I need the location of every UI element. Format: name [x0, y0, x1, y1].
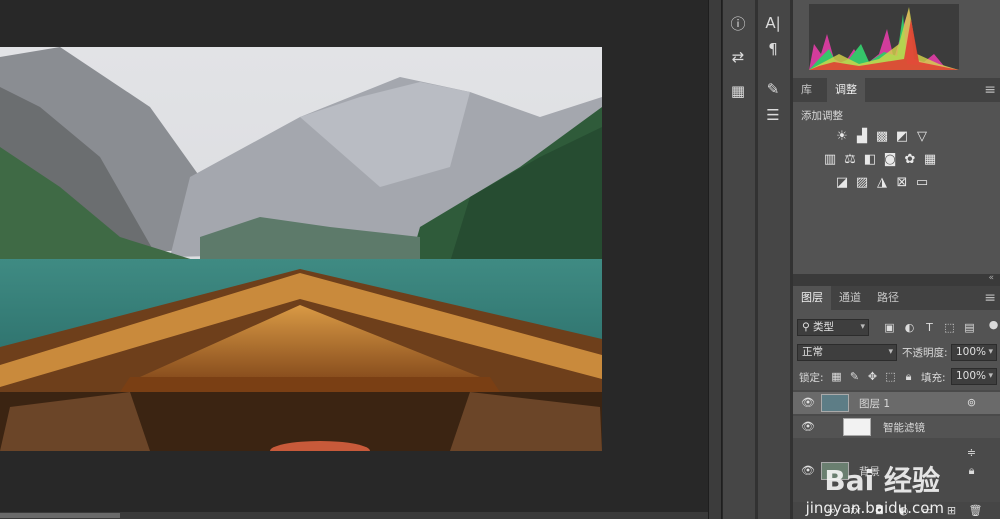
lock-label: 锁定:: [799, 372, 824, 384]
histogram-panel: [793, 0, 1000, 74]
visibility-eye-icon[interactable]: 👁︎: [801, 396, 815, 409]
lock-icon: 🔒︎: [968, 463, 975, 477]
adjustments-tab-bar: 库 调整 ≡: [793, 78, 1000, 102]
lock-image-icon[interactable]: ✎: [848, 370, 861, 383]
layer-row[interactable]: 👁︎ 智能滤镜 ≑: [793, 416, 1000, 459]
layer-thumbnail: [821, 394, 849, 412]
panel-menu-icon[interactable]: ≡: [984, 78, 996, 102]
adjustment-row-3: ◪ ▨ ◮ ⊠ ▭: [835, 175, 929, 190]
search-icon: ⚲: [802, 321, 814, 333]
histogram-graph: [809, 4, 959, 70]
chevron-down-icon: ▾: [988, 371, 993, 381]
paragraph-icon[interactable]: ¶: [758, 36, 788, 62]
delete-layer-icon[interactable]: 🗑︎: [969, 504, 983, 517]
threshold-icon[interactable]: ◮: [875, 175, 889, 190]
layers-menu-icon[interactable]: ≡: [984, 286, 996, 310]
hue-saturation-icon[interactable]: ▥: [823, 152, 837, 167]
smart-object-icon: ⊚: [966, 396, 977, 409]
tab-channels[interactable]: 通道: [831, 286, 869, 310]
document-image[interactable]: [0, 47, 602, 451]
chevron-down-icon: ▾: [988, 347, 993, 357]
photo-filter-icon[interactable]: ◙: [883, 152, 897, 167]
filter-mask-thumbnail: [843, 418, 871, 436]
fill-label: 填充:: [921, 372, 946, 384]
chevron-down-icon: ▾: [860, 322, 865, 332]
vibrance-icon[interactable]: ▽: [915, 129, 929, 144]
panel-strip-2: A| ¶ ✎ ☰: [758, 0, 790, 519]
exposure-icon[interactable]: ◩: [895, 129, 909, 144]
adjustment-row-1: ☀ ▟ ▩ ◩ ▽: [835, 129, 929, 144]
tab-adjustments[interactable]: 调整: [827, 78, 865, 102]
selective-color-icon[interactable]: ⊠: [895, 175, 909, 190]
tab-library[interactable]: 库: [793, 78, 820, 102]
chevron-down-icon: ▾: [888, 347, 893, 357]
layer-name[interactable]: 图层 1: [859, 396, 890, 411]
layers-tab-bar: 图层 通道 路径 ≡: [793, 286, 1000, 310]
blend-mode-select[interactable]: 正常 ▾: [797, 344, 897, 361]
tab-paths[interactable]: 路径: [869, 286, 907, 310]
panel-strip-1: ⓘ ⇄ ▦: [723, 0, 755, 519]
opacity-input[interactable]: 100% ▾: [951, 344, 997, 361]
channel-mixer-icon[interactable]: ✿: [903, 152, 917, 167]
lock-position-icon[interactable]: ✥: [866, 370, 879, 383]
adjustment-row-2: ▥ ⚖ ◧ ◙ ✿ ▦: [823, 152, 937, 167]
collapse-icon[interactable]: «: [988, 273, 994, 283]
properties-icon[interactable]: ▦: [723, 78, 753, 104]
opacity-label: 不透明度:: [902, 347, 948, 359]
visibility-eye-icon[interactable]: 👁︎: [801, 464, 815, 477]
panel-divider[interactable]: [708, 0, 722, 519]
pixel-filter-icon[interactable]: ▣: [883, 321, 896, 334]
filter-options-icon[interactable]: ≑: [965, 446, 978, 459]
lock-artboard-icon[interactable]: ⬚: [884, 370, 897, 383]
shape-filter-icon[interactable]: ⬚: [943, 321, 956, 334]
scrollbar-thumb[interactable]: [0, 513, 120, 518]
type-filter-icon[interactable]: T: [923, 321, 936, 334]
brush-icon[interactable]: ✎: [758, 76, 788, 102]
curves-icon[interactable]: ▩: [875, 129, 889, 144]
levels-icon[interactable]: ▟: [855, 129, 869, 144]
layer-row[interactable]: 👁︎ 图层 1 ⊚: [793, 392, 1000, 414]
lock-transparent-icon[interactable]: ▦: [830, 370, 843, 383]
add-adjustment-label: 添加调整: [801, 110, 843, 122]
smart-object-filter-icon[interactable]: ▤: [963, 321, 976, 334]
black-white-icon[interactable]: ◧: [863, 152, 877, 167]
tab-layers[interactable]: 图层: [793, 286, 831, 310]
right-panel: 库 调整 ≡ 添加调整 ☀ ▟ ▩ ◩ ▽ ▥ ⚖ ◧ ◙ ✿ ▦ ◪ ▨ ◮ …: [793, 0, 1000, 519]
filter-toggle-icon[interactable]: ●: [987, 318, 1000, 331]
info-icon[interactable]: ⓘ: [723, 10, 753, 36]
watermark-logo: Bai 经验: [824, 464, 940, 497]
posterize-icon[interactable]: ▨: [855, 175, 869, 190]
new-layer-icon[interactable]: ⊞: [945, 504, 958, 517]
history-icon[interactable]: ⇄: [723, 44, 753, 70]
brush-settings-icon[interactable]: ☰: [758, 102, 788, 128]
color-lookup-icon[interactable]: ▦: [923, 152, 937, 167]
brightness-icon[interactable]: ☀: [835, 129, 849, 144]
panel-collapse-bar[interactable]: «: [793, 273, 1000, 286]
invert-icon[interactable]: ◪: [835, 175, 849, 190]
watermark-url: jingyan.baidu.com: [805, 499, 944, 517]
layer-name[interactable]: 智能滤镜: [883, 420, 925, 435]
layer-filter-select[interactable]: ⚲ 类型 ▾: [797, 319, 869, 336]
gradient-map-icon[interactable]: ▭: [915, 175, 929, 190]
lock-all-icon[interactable]: 🔒︎: [902, 370, 915, 383]
adjustment-filter-icon[interactable]: ◐: [903, 321, 916, 334]
color-balance-icon[interactable]: ⚖: [843, 152, 857, 167]
visibility-eye-icon[interactable]: 👁︎: [801, 420, 815, 433]
character-icon[interactable]: A|: [758, 10, 788, 36]
fill-input[interactable]: 100% ▾: [951, 368, 997, 385]
